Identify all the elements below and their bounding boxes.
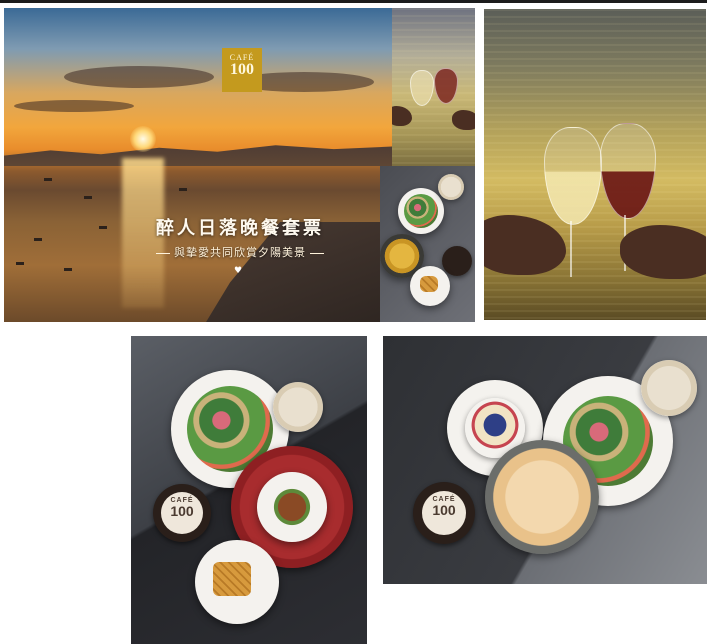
boat bbox=[84, 196, 92, 199]
soup-bowl bbox=[641, 360, 697, 416]
cloud bbox=[14, 100, 134, 112]
food-thumbnail bbox=[380, 166, 475, 322]
dinner-set-image-2: CAFÉ 100 bbox=[383, 336, 707, 584]
cloud bbox=[64, 66, 214, 88]
cafe100-logo: CAFÉ 100 bbox=[222, 48, 262, 92]
boat bbox=[99, 226, 107, 229]
cup-logo-line-2: 100 bbox=[432, 502, 456, 518]
waffle-plate bbox=[195, 540, 279, 624]
coffee-cup: CAFÉ 100 bbox=[413, 482, 475, 544]
sun bbox=[130, 126, 156, 152]
wine-toast-thumbnail bbox=[392, 8, 475, 166]
boat bbox=[34, 238, 42, 241]
boat bbox=[44, 178, 52, 181]
soup-bowl bbox=[273, 382, 323, 432]
salad-plate bbox=[398, 188, 444, 234]
boat bbox=[16, 262, 24, 265]
dinner-set-image-1: CAFÉ 100 bbox=[131, 336, 367, 644]
logo-line-2: 100 bbox=[230, 61, 254, 78]
hand bbox=[452, 110, 475, 130]
mountain-silhouette bbox=[4, 145, 392, 166]
cup-logo-line-2: 100 bbox=[170, 503, 194, 519]
pasta-bowl bbox=[485, 440, 599, 554]
heart-icon: ♥ bbox=[234, 266, 243, 276]
main-course bbox=[257, 472, 327, 542]
cafe100-cup-logo: CAFÉ 100 bbox=[422, 491, 466, 535]
sunset-promo-image: CAFÉ 100 醉人日落晚餐套票 與摯愛共同欣賞夕陽美景 ♥ bbox=[4, 8, 392, 322]
soup-bowl bbox=[438, 174, 464, 200]
cafe100-cup-logo: CAFÉ 100 bbox=[161, 492, 203, 534]
promo-headline: 醉人日落晚餐套票 bbox=[156, 218, 324, 239]
glass-stem bbox=[570, 221, 572, 277]
waffle-plate bbox=[410, 266, 450, 306]
top-rule bbox=[0, 0, 707, 3]
promo-subheadline: 與摯愛共同欣賞夕陽美景 bbox=[124, 244, 356, 260]
coffee-cup: CAFÉ 100 bbox=[153, 484, 211, 542]
wine-toast-image bbox=[484, 9, 706, 320]
boat bbox=[179, 188, 187, 191]
coffee-cup bbox=[442, 246, 472, 276]
boat bbox=[64, 268, 72, 271]
promo-subheadline-text: 與摯愛共同欣賞夕陽美景 bbox=[174, 246, 306, 259]
